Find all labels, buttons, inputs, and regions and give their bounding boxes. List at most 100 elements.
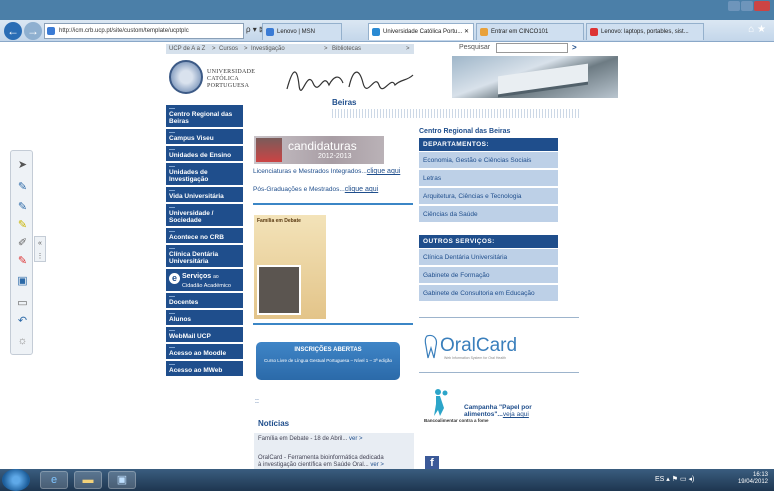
students-photo <box>256 138 282 162</box>
marker-red-icon[interactable]: ✎ <box>16 255 29 267</box>
pen-icon[interactable]: ✎ <box>16 181 29 193</box>
menu-clinica-dentaria[interactable]: Clínica Dentária Universitária <box>166 245 243 269</box>
divider <box>419 372 579 373</box>
ver-link[interactable]: ver > <box>349 436 363 442</box>
collapse-toolbar-button[interactable]: «⋮ <box>34 236 46 262</box>
clock[interactable]: 16:13 19/04/2012 <box>738 472 768 486</box>
menu-docentes[interactable]: Docentes <box>166 293 243 310</box>
departamentos-header: DEPARTAMENTOS: <box>419 138 558 151</box>
news-item[interactable]: Família em Debate - 18 de Abril... ver > <box>258 436 363 442</box>
tray-icons[interactable]: ES ▴ ⚑ ▭ ◂) <box>655 475 694 483</box>
tab-label: Entrar em CINCO101 <box>491 29 549 35</box>
undo-icon[interactable]: ↶ <box>16 315 29 327</box>
site-icon <box>47 27 55 35</box>
app-icon[interactable]: ▣ <box>108 471 136 489</box>
address-bar[interactable]: http://icm.crb.ucp.pt/site/custom/templa… <box>44 23 244 39</box>
tab-ucp[interactable]: Universidade Católica Portu... ✕ <box>368 23 474 40</box>
settings-icon[interactable]: ☼ <box>16 335 29 347</box>
ie-icon[interactable]: e <box>40 471 68 489</box>
menu-alunos[interactable]: Alunos <box>166 310 243 327</box>
minimize-button[interactable] <box>728 1 740 11</box>
menu-acontece-crb[interactable]: Acontece no CRB <box>166 228 243 245</box>
menu-unidades-ensino[interactable]: Unidades de Ensino <box>166 146 243 163</box>
tab-lenovo[interactable]: Lenovo: laptops, portables, sist... <box>586 23 704 40</box>
browser-toolbar: ← → http://icm.crb.ucp.pt/site/custom/te… <box>0 20 774 42</box>
back-button[interactable]: ← <box>4 22 22 40</box>
clock-date: 19/04/2012 <box>737 479 768 485</box>
menu-centro-regional[interactable]: Centro Regional das Beiras <box>166 105 243 129</box>
menu-unidades-investigacao[interactable]: Unidades de Investigação <box>166 163 243 187</box>
news-text: OralCard - Ferramenta bioinformática ded… <box>258 455 384 461</box>
tab-label: Lenovo | MSN <box>277 29 315 35</box>
tooth-icon <box>424 334 438 359</box>
keyboard-icon[interactable]: ▭ <box>16 297 29 309</box>
tab-lenovo-msn[interactable]: Lenovo | MSN <box>262 23 342 40</box>
poster-title: Família em Debate <box>257 218 301 224</box>
divider <box>253 203 413 205</box>
svc-formacao[interactable]: Gabinete de Formação <box>419 267 558 285</box>
topnav-investigacao[interactable]: Investigação <box>251 44 285 54</box>
familia-debate-poster[interactable]: Família em Debate <box>254 215 326 319</box>
ucp-seal-icon <box>169 60 203 94</box>
dept-letras[interactable]: Letras <box>419 170 558 188</box>
dept-arquitetura[interactable]: Arquitetura, Ciências e Tecnologia <box>419 188 558 206</box>
language-indicator[interactable]: ES <box>655 476 664 483</box>
link-text: Licenciaturas e Mestrados Integrados... <box>253 168 367 175</box>
menu-mweb[interactable]: Acesso ao MWeb <box>166 361 243 378</box>
left-menu: Centro Regional das Beiras Campus Viseu … <box>166 105 243 378</box>
taskbar: e ▬ ▣ ES ▴ ⚑ ▭ ◂) 16:13 19/04/2012 <box>0 469 774 491</box>
menu-campus-viseu[interactable]: Campus Viseu <box>166 129 243 146</box>
topnav-cursos[interactable]: Cursos <box>219 44 238 54</box>
dept-saude[interactable]: Ciências da Saúde <box>419 206 558 224</box>
address-text: http://icm.crb.ucp.pt/site/custom/templa… <box>59 28 189 34</box>
oralcard-banner[interactable]: OralCard Web Information System for Oral… <box>424 331 544 361</box>
cinco-icon <box>480 28 488 36</box>
signature-graphic <box>286 71 414 91</box>
candidaturas-banner[interactable]: candidaturas 2012-2013 <box>254 136 384 164</box>
eraser-icon[interactable]: ✐ <box>16 237 29 249</box>
veja-aqui-link[interactable]: veja aqui <box>503 411 529 418</box>
folder-icon[interactable]: ▬ <box>74 471 102 489</box>
bancoalimentar-icon <box>434 389 448 416</box>
small-marker: :: <box>255 398 259 405</box>
topnav-bibliotecas[interactable]: Bibliotecas <box>332 44 361 54</box>
posgraduacoes-link: Pós-Graduações e Mestrados...clique aqui <box>253 186 378 193</box>
clique-aqui-link[interactable]: clique aqui <box>367 168 400 175</box>
highlighter-icon[interactable]: ✎ <box>16 219 29 231</box>
logo-line: UNIVERSIDADE <box>207 69 256 75</box>
news-item[interactable]: à investigação científica em Saúde Oral.… <box>258 462 384 468</box>
search-input[interactable] <box>496 43 568 53</box>
news-item[interactable]: OralCard - Ferramenta bioinformática ded… <box>258 455 384 461</box>
close-button[interactable] <box>754 1 770 11</box>
menu-vida-universitaria[interactable]: Vida Universitária <box>166 187 243 204</box>
forward-button[interactable]: → <box>24 22 42 40</box>
dept-economia[interactable]: Economia, Gestão e Ciências Sociais <box>419 152 558 170</box>
svc-consultoria[interactable]: Gabinete de Consultoria em Educação <box>419 285 558 303</box>
topnav-ucp-az[interactable]: UCP de A a Z <box>169 44 205 54</box>
pointer-icon[interactable]: ➤ <box>16 159 29 171</box>
site-topnav: UCP de A a Z > Cursos > Investigação > B… <box>166 44 414 54</box>
pen-blue-icon[interactable]: ✎ <box>16 201 29 213</box>
dotted-divider <box>332 109 580 118</box>
inscricoes-text: Curso Livre de Língua Gestual Portuguesa… <box>264 358 392 363</box>
screen-icon[interactable]: ▣ <box>16 275 29 287</box>
search-go-button[interactable]: > <box>572 43 577 52</box>
tab-cinco[interactable]: Entrar em CINCO101 <box>476 23 584 40</box>
menu-webmail[interactable]: WebMail UCP <box>166 327 243 344</box>
svc-clinica[interactable]: Clínica Dentária Universitária <box>419 249 558 267</box>
menu-moodle[interactable]: Acesso ao Moodle <box>166 344 243 361</box>
noticias-title: Notícias <box>258 419 290 428</box>
inscricoes-banner[interactable]: INSCRIÇÕES ABERTAS Curso Livre de Língua… <box>256 342 400 380</box>
title-bar <box>0 0 774 20</box>
servicos-banner[interactable]: e Serviços ao Cidadão Académico <box>166 269 243 293</box>
candidaturas-year: 2012-2013 <box>318 153 352 160</box>
home-favorites-icons[interactable]: ⌂ ★ <box>748 24 766 35</box>
ucp-logo[interactable]: UNIVERSIDADE CATÓLICA PORTUGUESA <box>166 57 272 101</box>
facebook-icon[interactable]: f <box>425 456 439 470</box>
maximize-button[interactable] <box>741 1 753 11</box>
ver-link[interactable]: ver > <box>370 462 384 468</box>
clique-aqui-link[interactable]: clique aqui <box>345 186 378 193</box>
start-button[interactable] <box>2 469 30 491</box>
campanha-banner[interactable]: Bancoalimentar contra a fome Campanha "P… <box>424 388 544 428</box>
menu-universidade-sociedade[interactable]: Universidade / Sociedade <box>166 204 243 228</box>
